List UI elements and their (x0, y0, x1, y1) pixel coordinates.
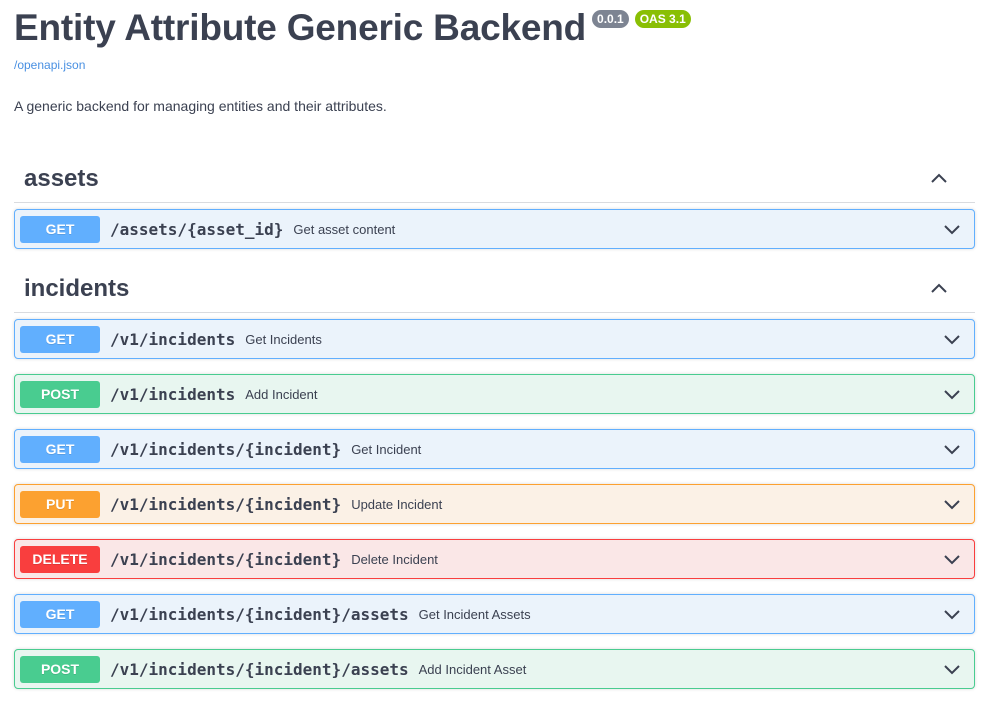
operation-path: /v1/incidents/{incident} (110, 549, 342, 569)
chevron-up-icon[interactable] (929, 279, 949, 299)
operation-path: /v1/incidents/{incident}/assets (110, 604, 409, 624)
method-badge: POST (20, 380, 100, 408)
api-title: Entity Attribute Generic Backend (14, 7, 587, 48)
method-badge: DELETE (20, 545, 100, 573)
method-badge: GET (20, 600, 100, 628)
operation-post-incident-assets[interactable]: POST /v1/incidents/{incident}/assets Add… (14, 649, 975, 689)
operation-path: /v1/incidents (110, 384, 236, 404)
method-badge: GET (20, 325, 100, 353)
chevron-down-icon[interactable] (942, 659, 962, 679)
operation-summary: Get Incident (351, 441, 422, 457)
api-description: A generic backend for managing entities … (14, 98, 387, 114)
operation-summary: Get Incident Assets (418, 606, 531, 622)
operation-summary: Update Incident (351, 496, 443, 512)
chevron-down-icon[interactable] (942, 439, 962, 459)
operation-post-incidents[interactable]: POST /v1/incidents Add Incident (14, 374, 975, 414)
operation-summary: Delete Incident (351, 551, 438, 567)
method-badge: GET (20, 435, 100, 463)
tag-name: assets (24, 164, 99, 192)
operation-get-assets-asset-id[interactable]: GET /assets/{asset_id} Get asset content (14, 209, 975, 249)
operation-summary: Add Incident Asset (418, 661, 527, 677)
operation-summary: Get asset content (293, 221, 396, 237)
operation-path: /assets/{asset_id} (110, 219, 284, 239)
operation-path: /v1/incidents/{incident} (110, 494, 342, 514)
version-badges: 0.0.1 OAS 3.1 (592, 10, 691, 28)
chevron-down-icon[interactable] (942, 219, 962, 239)
title-row: Entity Attribute Generic Backend 0.0.1 O… (14, 0, 975, 56)
operation-summary: Add Incident (245, 386, 318, 402)
method-badge: POST (20, 655, 100, 683)
operation-put-incident[interactable]: PUT /v1/incidents/{incident} Update Inci… (14, 484, 975, 524)
tag-section-assets: assets GET /assets/{asset_id} Get asset … (14, 155, 975, 249)
oas-badge: OAS 3.1 (634, 10, 691, 28)
operation-get-incident-assets[interactable]: GET /v1/incidents/{incident}/assets Get … (14, 594, 975, 634)
operation-path: /v1/incidents (110, 329, 236, 349)
operation-delete-incident[interactable]: DELETE /v1/incidents/{incident} Delete I… (14, 539, 975, 579)
chevron-down-icon[interactable] (942, 329, 962, 349)
operation-path: /v1/incidents/{incident} (110, 439, 342, 459)
method-badge: PUT (20, 490, 100, 518)
operation-path: /v1/incidents/{incident}/assets (110, 659, 409, 679)
method-badge: GET (20, 215, 100, 243)
chevron-up-icon[interactable] (929, 169, 949, 189)
api-info: Entity Attribute Generic Backend 0.0.1 O… (14, 0, 975, 114)
operation-get-incidents[interactable]: GET /v1/incidents Get Incidents (14, 319, 975, 359)
operation-get-incident[interactable]: GET /v1/incidents/{incident} Get Inciden… (14, 429, 975, 469)
chevron-down-icon[interactable] (942, 549, 962, 569)
chevron-down-icon[interactable] (942, 384, 962, 404)
tag-name: incidents (24, 274, 130, 302)
openapi-json-link[interactable]: /openapi.json (14, 58, 85, 72)
operation-summary: Get Incidents (245, 331, 322, 347)
tag-header-assets[interactable]: assets (14, 155, 975, 203)
chevron-down-icon[interactable] (942, 494, 962, 514)
version-badge: 0.0.1 (592, 10, 629, 28)
tag-section-incidents: incidents GET /v1/incidents Get Incident… (14, 265, 975, 689)
chevron-down-icon[interactable] (942, 604, 962, 624)
tag-header-incidents[interactable]: incidents (14, 265, 975, 313)
